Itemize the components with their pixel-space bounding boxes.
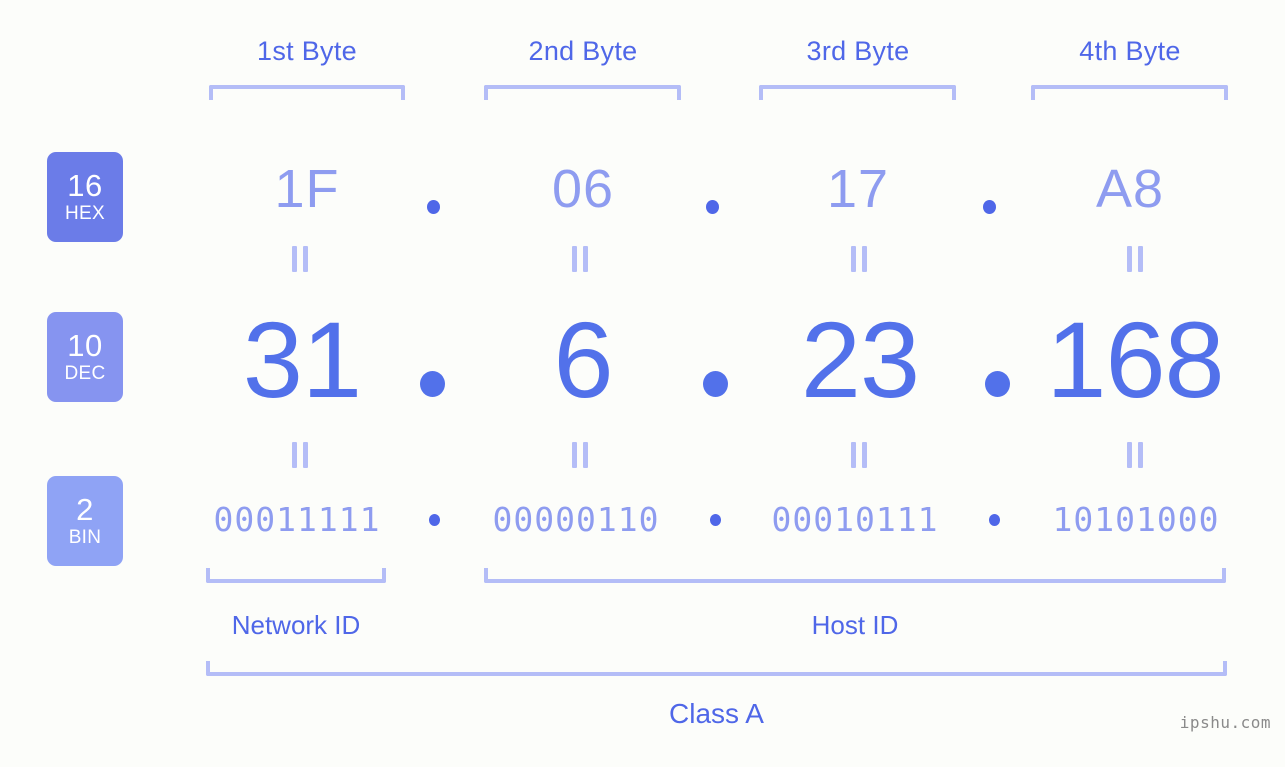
radix-badge-dec-name: DEC — [64, 363, 106, 384]
byte-bracket-1 — [209, 85, 405, 100]
class-bracket — [206, 661, 1227, 676]
ip-address-breakdown-diagram: 1st Byte 2nd Byte 3rd Byte 4th Byte 16 H… — [0, 0, 1285, 767]
radix-badge-bin-name: BIN — [68, 527, 102, 548]
equals-mark-hex-dec-4 — [1127, 246, 1143, 272]
byte-header-3: 3rd Byte — [806, 36, 910, 66]
dec-octet-3: 23 — [800, 299, 920, 420]
bin-octet-4: 10101000 — [1052, 500, 1220, 539]
equals-mark-dec-bin-1 — [292, 442, 308, 468]
network-id-bracket — [206, 568, 386, 583]
hex-separator-3 — [983, 200, 996, 214]
bin-separator-2 — [710, 514, 721, 526]
bin-octet-1: 00011111 — [213, 500, 381, 539]
network-id-caption: Network ID — [231, 610, 361, 640]
equals-mark-dec-bin-2 — [572, 442, 588, 468]
equals-mark-hex-dec-2 — [572, 246, 588, 272]
radix-badge-hex-base: 16 — [67, 168, 103, 203]
dec-separator-1 — [420, 371, 445, 397]
dec-separator-2 — [703, 371, 728, 397]
byte-header-4: 4th Byte — [1079, 36, 1181, 66]
hex-separator-2 — [706, 200, 719, 214]
radix-badge-hex-name: HEX — [65, 203, 105, 224]
radix-badge-hex: 16 HEX — [47, 152, 123, 242]
byte-bracket-4 — [1031, 85, 1228, 100]
class-caption: Class A — [669, 698, 764, 729]
dec-octet-4: 168 — [1046, 299, 1224, 420]
hex-octet-3: 17 — [826, 159, 890, 219]
equals-mark-hex-dec-3 — [851, 246, 867, 272]
equals-mark-dec-bin-4 — [1127, 442, 1143, 468]
host-id-bracket — [484, 568, 1226, 583]
dec-octet-1: 31 — [242, 299, 362, 420]
hex-separator-1 — [427, 200, 440, 214]
bin-octet-3: 00010111 — [771, 500, 939, 539]
radix-badge-dec-base: 10 — [67, 328, 103, 363]
host-id-caption: Host ID — [811, 610, 899, 640]
byte-header-1: 1st Byte — [257, 36, 357, 66]
byte-header-2: 2nd Byte — [528, 36, 638, 66]
bin-separator-3 — [989, 514, 1000, 526]
equals-mark-dec-bin-3 — [851, 442, 867, 468]
hex-octet-4: A8 — [1095, 159, 1165, 219]
byte-bracket-3 — [759, 85, 956, 100]
hex-octet-1: 1F — [274, 159, 340, 219]
radix-badge-dec: 10 DEC — [47, 312, 123, 402]
hex-octet-2: 06 — [551, 159, 615, 219]
dec-octet-2: 6 — [553, 299, 613, 420]
equals-mark-hex-dec-1 — [292, 246, 308, 272]
bin-separator-1 — [429, 514, 440, 526]
byte-bracket-2 — [484, 85, 681, 100]
site-watermark: ipshu.com — [1179, 713, 1271, 732]
bin-octet-2: 00000110 — [492, 500, 660, 539]
radix-badge-bin: 2 BIN — [47, 476, 123, 566]
dec-separator-3 — [985, 371, 1010, 397]
radix-badge-bin-base: 2 — [76, 492, 94, 527]
